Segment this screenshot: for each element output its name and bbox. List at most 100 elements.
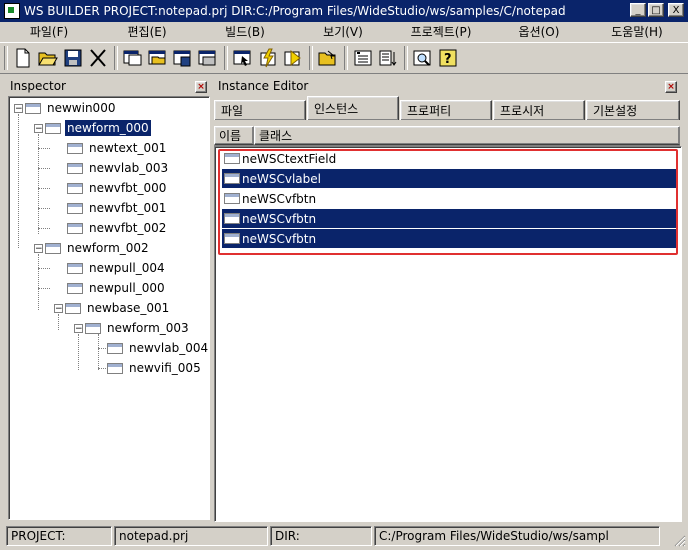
tree-node[interactable]: newvifi_005 <box>107 359 203 377</box>
toolbar-separator <box>404 46 408 70</box>
tree-node-label: newvfbt_001 <box>89 201 167 215</box>
widget-node-icon <box>67 162 83 174</box>
instance-editor-tabs: 파일 인스턴스 프로퍼티 프로시저 기본설정 <box>214 96 680 120</box>
save-icon[interactable] <box>61 46 85 70</box>
build-icon[interactable] <box>256 46 280 70</box>
toolbar-separator <box>4 46 8 70</box>
widget-node-icon <box>67 282 83 294</box>
instance-editor-close-button[interactable]: × <box>665 81 677 93</box>
tree-node[interactable]: − newform_003 <box>74 319 191 337</box>
status-project-value: notepad.prj <box>114 526 268 546</box>
tree-node-label: newvifi_005 <box>129 361 201 375</box>
widget-node-icon <box>67 142 83 154</box>
tree-node[interactable]: − newform_000 <box>34 119 151 137</box>
tab-file[interactable]: 파일 <box>214 100 306 120</box>
toolbar-separator <box>309 46 313 70</box>
toolbar: ? <box>0 42 688 74</box>
collapse-toggle[interactable]: − <box>74 323 83 333</box>
widget-node-icon <box>67 202 83 214</box>
align-icon[interactable] <box>376 46 400 70</box>
widget-node-icon <box>67 182 83 194</box>
tree-node[interactable]: newvlab_004 <box>107 339 209 357</box>
tree-node-label: newpull_000 <box>89 281 165 295</box>
tab-settings[interactable]: 기본설정 <box>586 100 680 120</box>
open-folder-icon[interactable] <box>36 46 60 70</box>
tab-procedure[interactable]: 프로시저 <box>493 100 585 120</box>
title-bar: WS BUILDER PROJECT:notepad.prj DIR:C:/Pr… <box>0 0 688 22</box>
widget-node-icon <box>67 222 83 234</box>
collapse-toggle[interactable]: − <box>34 243 43 253</box>
tree-node-label: newvlab_003 <box>89 161 169 175</box>
tree-node-label: newvfbt_000 <box>89 181 167 195</box>
select-tool-icon[interactable] <box>231 46 255 70</box>
tree-node[interactable]: newvlab_003 <box>67 159 170 177</box>
tree-node[interactable]: newpull_000 <box>67 279 167 297</box>
tree-node-label: newtext_001 <box>89 141 167 155</box>
column-header-class[interactable]: 클래스 <box>254 126 680 145</box>
tree-node[interactable]: − newbase_001 <box>54 299 171 317</box>
status-bar: PROJECT: notepad.prj DIR: C:/Program Fil… <box>0 524 688 549</box>
tree-node-label: newform_000 <box>65 120 151 136</box>
tab-instance[interactable]: 인스턴스 <box>307 96 399 120</box>
tree-node-label: newpull_004 <box>89 261 165 275</box>
menu-view[interactable]: 보기(V) <box>294 22 392 42</box>
tree-node-label: newvlab_004 <box>129 341 209 355</box>
toolbar-separator <box>224 46 228 70</box>
collapse-toggle[interactable]: − <box>14 103 23 113</box>
form-node-icon <box>45 242 61 254</box>
app-icon <box>4 3 20 19</box>
form-node-icon <box>85 322 101 334</box>
menu-help[interactable]: 도움말(H) <box>588 22 686 42</box>
instance-editor-title: Instance Editor <box>218 79 309 93</box>
widget-node-icon <box>107 362 123 374</box>
menu-project[interactable]: 프로젝트(P) <box>392 22 490 42</box>
tree-node[interactable]: newvfbt_000 <box>67 179 168 197</box>
tree-node-label: newbase_001 <box>87 301 170 315</box>
minimize-button[interactable]: _ <box>630 3 646 17</box>
tree-node[interactable]: newpull_004 <box>67 259 167 277</box>
new-window-icon[interactable] <box>121 46 145 70</box>
menu-file[interactable]: 파일(F) <box>0 22 98 42</box>
tab-property[interactable]: 프로퍼티 <box>400 100 492 120</box>
status-project-label: PROJECT: <box>6 526 112 546</box>
tree-node[interactable]: − newwin000 <box>14 99 117 117</box>
menu-build[interactable]: 빌드(B) <box>196 22 294 42</box>
tree-node-label: newform_002 <box>67 241 149 255</box>
column-header: 이름 클래스 <box>214 126 680 146</box>
tree-node-label: newwin000 <box>47 101 116 115</box>
toolbar-separator <box>114 46 118 70</box>
inspector-tree: − newwin000 − newform_000 newtext_001 newv… <box>8 96 210 520</box>
toolbar-separator <box>344 46 348 70</box>
run-icon[interactable] <box>281 46 305 70</box>
svg-text:?: ? <box>444 52 452 67</box>
menu-bar: 파일(F) 편집(E) 빌드(B) 보기(V) 프로젝트(P) 옵션(O) 도움… <box>0 22 688 42</box>
properties-icon[interactable] <box>351 46 375 70</box>
highlight-box <box>218 149 678 255</box>
status-dir-label: DIR: <box>270 526 372 546</box>
close-button[interactable]: X <box>668 3 684 17</box>
tree-node[interactable]: newvfbt_002 <box>67 219 168 237</box>
tree-node-label: newvfbt_002 <box>89 221 167 235</box>
new-file-icon[interactable] <box>11 46 35 70</box>
collapse-toggle[interactable]: − <box>34 123 43 133</box>
inspector-close-button[interactable]: × <box>195 81 207 93</box>
tree-node[interactable]: − newform_002 <box>34 239 151 257</box>
window-node-icon <box>25 102 41 114</box>
window-title: WS BUILDER PROJECT:notepad.prj DIR:C:/Pr… <box>24 4 566 18</box>
widget-node-icon <box>67 262 83 274</box>
resize-grip-icon[interactable] <box>672 533 686 547</box>
open-window-icon[interactable] <box>146 46 170 70</box>
menu-edit[interactable]: 편집(E) <box>98 22 196 42</box>
collapse-toggle[interactable]: − <box>54 303 63 313</box>
cut-icon[interactable] <box>86 46 110 70</box>
save-window-icon[interactable] <box>171 46 195 70</box>
tree-node[interactable]: newvfbt_001 <box>67 199 168 217</box>
find-icon[interactable] <box>411 46 435 70</box>
delete-window-icon[interactable] <box>196 46 220 70</box>
tree-node[interactable]: newtext_001 <box>67 139 168 157</box>
help-icon[interactable]: ? <box>436 46 460 70</box>
open-project-icon[interactable] <box>316 46 340 70</box>
menu-options[interactable]: 옵션(O) <box>490 22 588 42</box>
column-header-name[interactable]: 이름 <box>214 126 254 145</box>
maximize-button[interactable]: □ <box>648 3 664 17</box>
